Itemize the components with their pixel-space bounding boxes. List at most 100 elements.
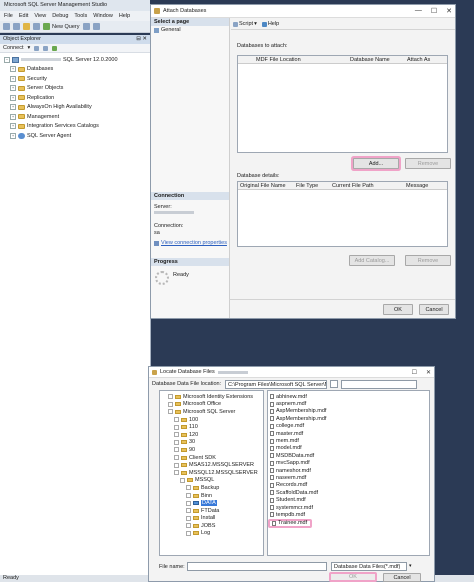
folder-tree-item[interactable]: Log: [160, 530, 263, 538]
file-item[interactable]: mem.mdf: [268, 437, 328, 444]
maximize-icon[interactable]: ☐: [431, 7, 437, 15]
menu-window[interactable]: Window: [93, 12, 113, 20]
expand-icon[interactable]: [174, 470, 179, 476]
tree-node-databases[interactable]: + Databases: [4, 65, 150, 75]
folder-tree-item[interactable]: Microsoft Office: [160, 401, 263, 409]
locate-cancel-button[interactable]: Cancel: [383, 573, 421, 582]
cancel-button[interactable]: Cancel: [419, 304, 449, 315]
view-connection-properties-link[interactable]: View connection properties: [161, 240, 227, 246]
expand-icon[interactable]: [174, 417, 179, 423]
tree-node-server[interactable]: − SQL Server 12.0.2000: [4, 55, 150, 65]
file-item[interactable]: Records.mdf: [268, 482, 328, 489]
file-list[interactable]: abhinew.mdf aspnem.mdf AspMembership.mdf…: [267, 390, 430, 556]
file-item[interactable]: mvcSapp.mdf: [268, 460, 328, 467]
file-name-input[interactable]: [187, 562, 327, 571]
column-attach-as[interactable]: Attach As: [405, 57, 447, 63]
folder-tree-item[interactable]: Backup: [160, 484, 263, 492]
folder-tree-item[interactable]: 90: [160, 446, 263, 454]
locate-ok-button[interactable]: OK: [329, 572, 377, 582]
file-item[interactable]: college.mdf: [268, 423, 328, 430]
file-item[interactable]: model.mdf: [268, 445, 328, 452]
tree-node-alwayson[interactable]: + AlwaysOn High Availability: [4, 103, 150, 113]
file-item[interactable]: aspnem.mdf: [268, 400, 328, 407]
help-button[interactable]: Help: [261, 21, 279, 27]
menu-view[interactable]: View: [34, 12, 46, 20]
file-item[interactable]: Student.mdf: [268, 496, 328, 503]
menu-file[interactable]: File: [4, 12, 13, 20]
folder-tree-item[interactable]: MSSQL12.MSSQLSERVER: [160, 469, 263, 477]
path-combo[interactable]: [341, 380, 417, 389]
view-connection-properties[interactable]: View connection properties: [154, 240, 227, 246]
column-current-file-path[interactable]: Current File Path: [330, 183, 404, 189]
expand-icon[interactable]: [186, 500, 191, 506]
expand-icon[interactable]: [174, 439, 179, 445]
close-icon[interactable]: ✕: [426, 369, 431, 376]
folder-tree-item[interactable]: Microsoft Identity Extensions: [160, 393, 263, 401]
expand-icon[interactable]: +: [10, 66, 16, 73]
expand-icon[interactable]: +: [10, 113, 16, 120]
file-item[interactable]: ScaffoldData.mdf: [268, 489, 328, 496]
add-button[interactable]: Add...: [353, 158, 399, 169]
expand-icon[interactable]: [168, 409, 173, 415]
expand-icon[interactable]: [168, 394, 173, 400]
back-icon[interactable]: [3, 23, 10, 30]
folder-tree-item[interactable]: Binn: [160, 492, 263, 500]
database-details-grid[interactable]: Original File Name File Type Current Fil…: [237, 181, 448, 247]
connect-dropdown-icon[interactable]: ▾: [28, 45, 31, 51]
chevron-down-icon[interactable]: ▾: [409, 562, 417, 571]
remove-catalog-button[interactable]: Remove: [405, 255, 451, 266]
tree-node-replication[interactable]: + Replication: [4, 93, 150, 103]
column-database-name[interactable]: Database Name: [348, 57, 405, 63]
file-item[interactable]: master.mdf: [268, 430, 328, 437]
script-button[interactable]: Script ▾: [233, 21, 257, 27]
expand-icon[interactable]: +: [10, 132, 16, 139]
expand-icon[interactable]: +: [10, 85, 16, 92]
forward-icon[interactable]: [13, 23, 20, 30]
file-item[interactable]: AspMembership.mdf: [268, 415, 328, 422]
save-icon[interactable]: [33, 23, 40, 30]
file-item[interactable]: tempdb.mdf: [268, 511, 328, 518]
databases-grid[interactable]: MDF File Location Database Name Attach A…: [237, 55, 448, 153]
folder-tree-item[interactable]: FTData: [160, 507, 263, 515]
column-message[interactable]: Message: [404, 183, 446, 189]
filter-icon[interactable]: [43, 45, 49, 51]
column-file-type[interactable]: File Type: [294, 183, 330, 189]
menu-debug[interactable]: Debug: [52, 12, 68, 20]
menu-tools[interactable]: Tools: [74, 12, 87, 20]
file-item-trainee[interactable]: Trainee.mdf: [268, 518, 312, 528]
file-item[interactable]: naseem.mdf: [268, 474, 328, 481]
menu-edit[interactable]: Edit: [19, 12, 28, 20]
file-item[interactable]: systemmcr.mdf: [268, 504, 328, 511]
expand-icon[interactable]: +: [10, 75, 16, 82]
expand-icon[interactable]: [180, 477, 185, 483]
file-item[interactable]: abhinew.mdf: [268, 393, 328, 400]
expand-icon[interactable]: [186, 523, 191, 529]
expand-icon[interactable]: [186, 493, 191, 499]
remove-button[interactable]: Remove: [405, 158, 451, 169]
folder-tree-item[interactable]: 120: [160, 431, 263, 439]
toolbar-icon[interactable]: [92, 23, 100, 30]
folder-tree-item[interactable]: Install: [160, 515, 263, 523]
expand-icon[interactable]: +: [10, 104, 16, 111]
tree-node-integration-services[interactable]: + Integration Services Catalogs: [4, 122, 150, 132]
menu-help[interactable]: Help: [119, 12, 130, 20]
expand-icon[interactable]: [174, 455, 179, 461]
page-general[interactable]: General: [151, 26, 229, 34]
open-folder-icon[interactable]: [23, 23, 30, 30]
tree-node-management[interactable]: + Management: [4, 112, 150, 122]
folder-tree-item[interactable]: Client SDK: [160, 454, 263, 462]
column-original-file-name[interactable]: Original File Name: [238, 183, 294, 189]
refresh-path-icon[interactable]: [330, 380, 338, 388]
tree-node-security[interactable]: + Security: [4, 74, 150, 84]
file-item[interactable]: nameshor.mdf: [268, 467, 328, 474]
ok-button[interactable]: OK: [383, 304, 413, 315]
file-item[interactable]: MSDBData.mdf: [268, 452, 328, 459]
folder-tree-item[interactable]: JOBS: [160, 522, 263, 530]
tree-node-sql-agent[interactable]: + SQL Server Agent: [4, 131, 150, 141]
expand-icon[interactable]: [168, 401, 173, 407]
folder-tree[interactable]: Microsoft Identity Extensions Microsoft O…: [159, 390, 264, 556]
close-icon[interactable]: ✕: [446, 7, 452, 15]
expand-icon[interactable]: [186, 515, 191, 521]
folder-tree-item[interactable]: 100: [160, 416, 263, 424]
folder-tree-item[interactable]: MSSQL: [160, 477, 263, 485]
